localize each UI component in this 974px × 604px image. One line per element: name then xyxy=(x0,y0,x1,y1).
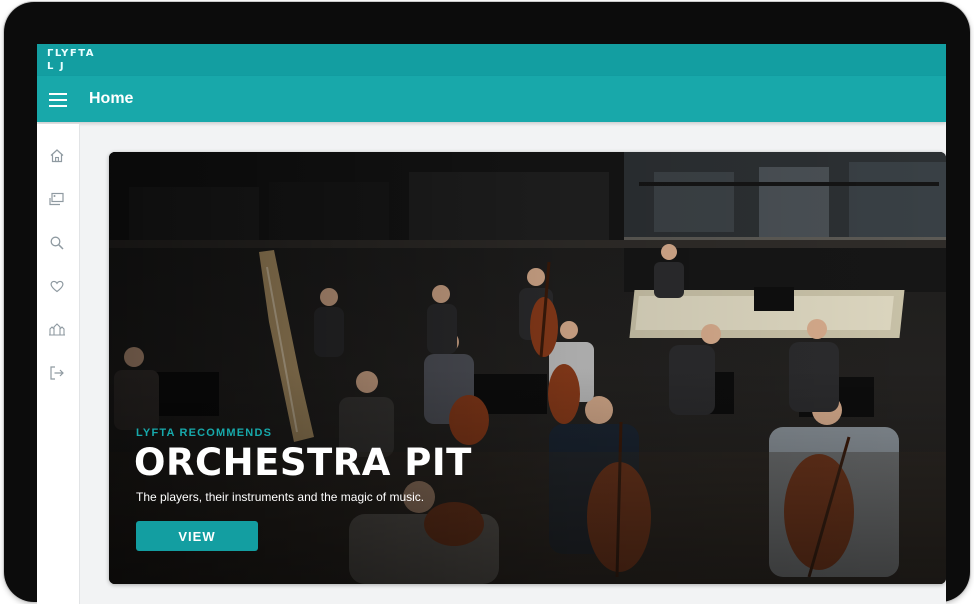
logo-line-1: ΓLYFTA xyxy=(47,48,96,59)
logo-line-2: L J xyxy=(47,61,66,72)
view-button[interactable]: VIEW xyxy=(136,521,258,551)
app-screen: ΓLYFTA L J Home LYFTA RECOMMENDS ORCHEST… xyxy=(37,44,946,604)
hero-subtitle: The players, their instruments and the m… xyxy=(136,490,425,504)
home-icon[interactable] xyxy=(47,146,67,166)
heart-icon[interactable] xyxy=(47,276,67,296)
laptop-frame: ΓLYFTA L J Home LYFTA RECOMMENDS ORCHEST… xyxy=(4,2,970,604)
hero-eyebrow: LYFTA RECOMMENDS xyxy=(136,427,273,439)
hero-title: ORCHESTRA PIT xyxy=(134,441,472,484)
lyfta-logo[interactable]: ΓLYFTA L J xyxy=(47,48,107,74)
brand-bar: ΓLYFTA L J xyxy=(37,44,946,76)
top-app-bar: Home xyxy=(37,76,946,122)
page-title: Home xyxy=(89,90,134,107)
recommended-hero-card[interactable]: LYFTA RECOMMENDS ORCHESTRA PIT The playe… xyxy=(109,152,946,584)
sidebar-nav xyxy=(37,124,80,604)
lessons-icon[interactable] xyxy=(47,189,67,209)
hamburger-menu-icon[interactable] xyxy=(49,93,67,107)
logout-icon[interactable] xyxy=(47,363,67,383)
orchestra-photo xyxy=(109,152,946,584)
search-icon[interactable] xyxy=(47,233,67,253)
world-icon[interactable] xyxy=(47,319,67,339)
